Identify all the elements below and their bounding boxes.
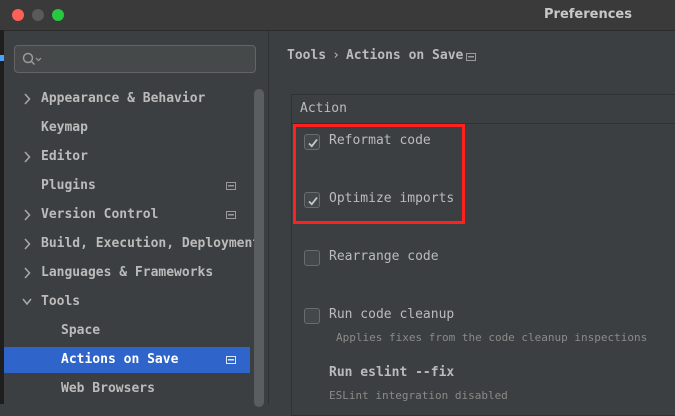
sidebar-item-label: Languages & Frameworks [41, 265, 214, 280]
sidebar-item-space[interactable]: Space [4, 318, 250, 344]
project-scope-icon [226, 211, 236, 219]
sidebar-item-editor[interactable]: Editor [4, 144, 250, 170]
search-input[interactable] [14, 45, 256, 73]
run-code-cleanup-hint: Applies fixes from the code cleanup insp… [336, 331, 648, 344]
sidebar-item-tools[interactable]: Tools [4, 289, 250, 315]
close-window-button[interactable] [12, 9, 24, 21]
section-header-label: Action [300, 101, 347, 116]
sidebar-scrollbar[interactable] [254, 89, 264, 407]
sidebar-item-appearance-behavior[interactable]: Appearance & Behavior [4, 86, 250, 112]
breadcrumb-current: Actions on Save [345, 48, 464, 63]
eslint-status-hint: ESLint integration disabled [329, 389, 508, 402]
project-scope-icon [466, 53, 476, 61]
chevron-right-icon[interactable] [21, 260, 33, 286]
rearrange-code-checkbox[interactable] [304, 250, 320, 266]
chevron-right-icon[interactable] [21, 86, 33, 112]
run-eslint-label: Run eslint --fix [329, 365, 455, 380]
sidebar-item-label: Actions on Save [61, 352, 179, 367]
sidebar-item-web-browsers[interactable]: Web Browsers [4, 376, 250, 402]
sidebar-item-plugins[interactable]: Plugins [4, 173, 250, 199]
sidebar-item-keymap[interactable]: Keymap [4, 115, 250, 141]
project-scope-icon [226, 182, 236, 190]
title-bar: Preferences [0, 0, 675, 31]
minimize-window-button[interactable] [32, 9, 44, 21]
sidebar-item-label: Editor [41, 149, 88, 164]
settings-sidebar: Appearance & Behavior Keymap Editor Plugins… [4, 31, 269, 407]
annotation-highlight-box [293, 124, 465, 224]
chevron-right-icon[interactable] [21, 202, 33, 228]
chevron-right-icon[interactable] [21, 144, 33, 170]
project-scope-icon [226, 356, 236, 364]
chevron-right-icon[interactable] [21, 231, 33, 257]
run-code-cleanup-label: Run code cleanup [329, 307, 455, 322]
sidebar-item-label: Version Control [41, 207, 159, 222]
sidebar-item-label: Plugins [41, 178, 96, 193]
sidebar-item-label: Tools [41, 294, 81, 309]
sidebar-item-label: Appearance & Behavior [41, 91, 206, 106]
chevron-down-icon[interactable] [21, 289, 33, 315]
sidebar-item-label: Space [61, 323, 101, 338]
search-icon [22, 52, 42, 66]
sidebar-item-label: Web Browsers [61, 381, 155, 396]
sidebar-item-label: Build, Execution, Deployment [41, 236, 261, 251]
window-title: Preferences [544, 7, 632, 22]
sidebar-item-actions-on-save[interactable]: Actions on Save [4, 347, 250, 373]
breadcrumb-separator: › [332, 48, 340, 63]
sidebar-item-languages-frameworks[interactable]: Languages & Frameworks [4, 260, 250, 286]
sidebar-item-build-execution-deployment[interactable]: Build, Execution, Deployment [4, 231, 260, 257]
sidebar-item-label: Keymap [41, 120, 88, 135]
breadcrumb-parent[interactable]: Tools [287, 48, 326, 63]
rearrange-code-label: Rearrange code [329, 249, 439, 264]
run-code-cleanup-checkbox[interactable] [304, 308, 320, 324]
zoom-window-button[interactable] [52, 9, 64, 21]
breadcrumb: Tools › Actions on Save [287, 48, 463, 63]
sidebar-item-version-control[interactable]: Version Control [4, 202, 250, 228]
section-header: Action [292, 95, 675, 124]
